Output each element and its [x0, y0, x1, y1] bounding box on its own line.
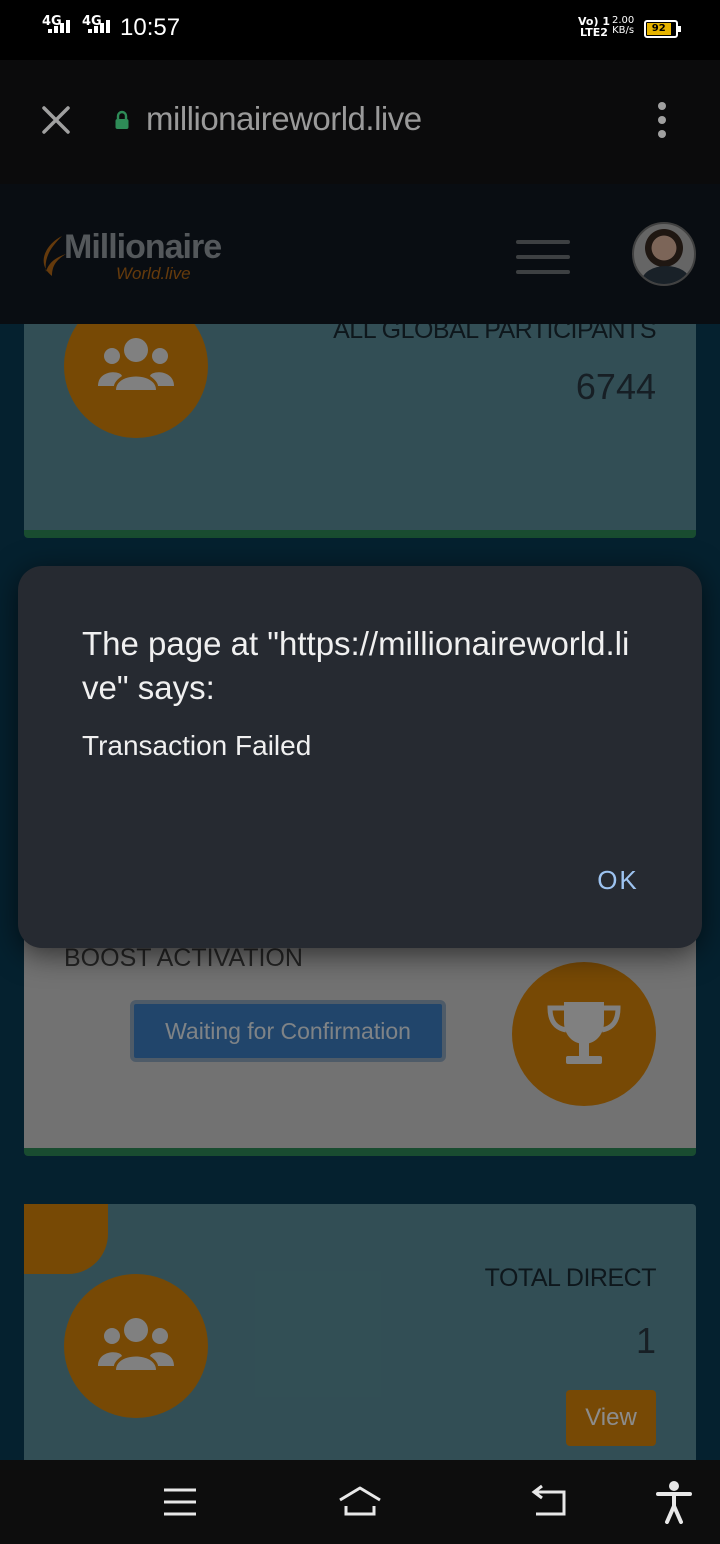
home-icon[interactable] [336, 1484, 384, 1520]
status-bar: 4G 4G 10:57 Vo) 1 LTE2 2.00 KB/s 92 [0, 0, 720, 60]
more-options-icon[interactable] [658, 102, 670, 142]
dialog-title: The page at "https://millionaireworld.li… [82, 625, 630, 706]
clock: 10:57 [120, 14, 181, 41]
alert-dialog: The page at "https://millionaireworld.li… [18, 566, 702, 948]
accessibility-icon[interactable] [656, 1480, 692, 1524]
browser-toolbar: millionaireworld.live [0, 60, 720, 184]
dialog-message: Transaction Failed [82, 730, 312, 761]
battery-level: 92 [647, 23, 671, 35]
url-text[interactable]: millionaireworld.live [146, 100, 422, 138]
network-speed: 2.00 KB/s [612, 15, 635, 36]
signal-icon-2 [88, 20, 110, 33]
back-icon[interactable] [530, 1484, 568, 1520]
battery-icon: 92 [644, 20, 681, 38]
volte-indicator: Vo) 1 LTE2 [578, 15, 610, 39]
ok-button[interactable]: OK [568, 856, 668, 904]
close-icon[interactable] [40, 104, 72, 136]
recent-apps-icon[interactable] [162, 1484, 198, 1520]
system-nav-bar [0, 1460, 720, 1544]
lock-icon [115, 110, 129, 129]
signal-icon-1 [48, 20, 70, 33]
